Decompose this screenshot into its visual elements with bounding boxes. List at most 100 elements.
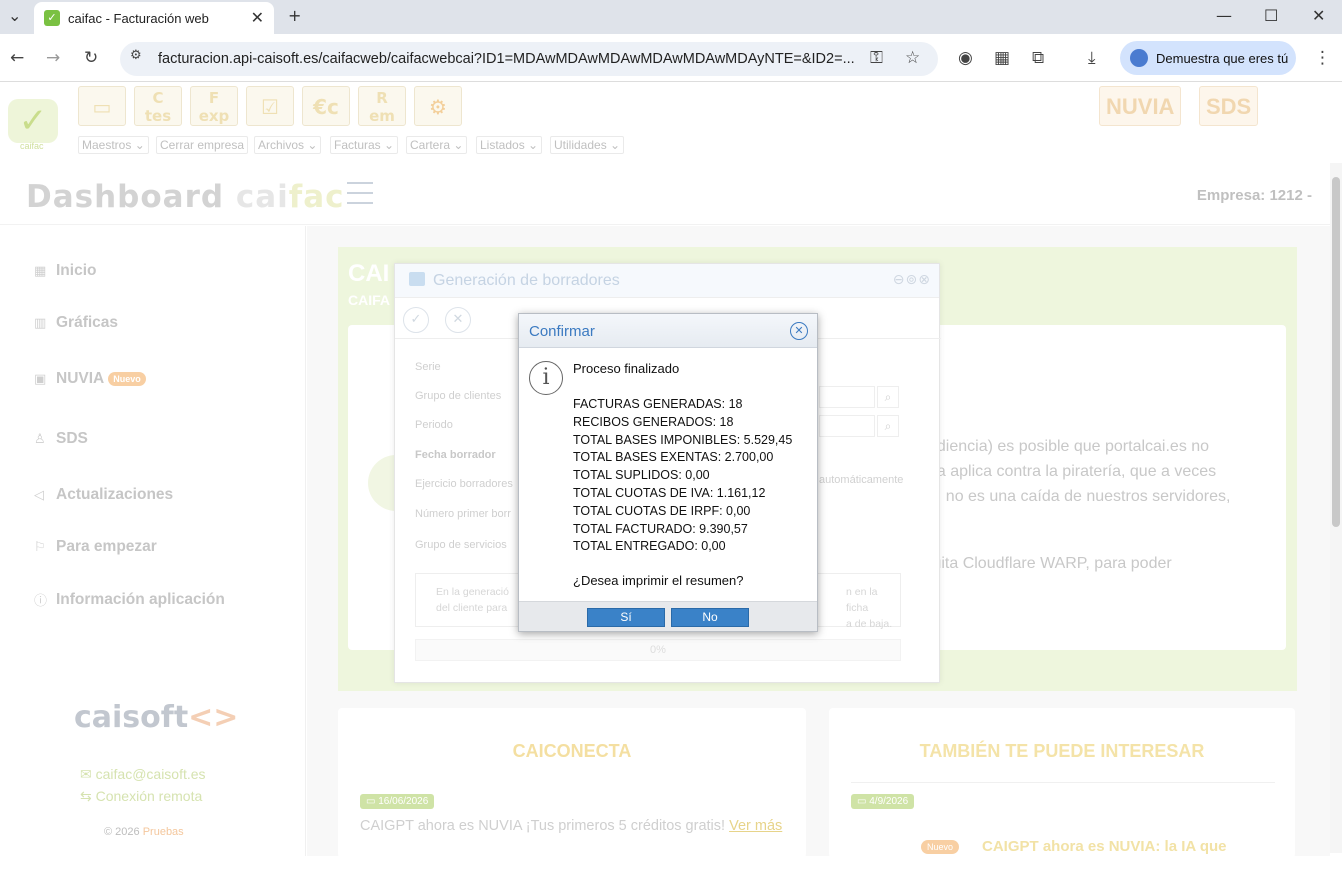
email-text: caifac@caisoft.es [95,766,206,782]
profile-button[interactable]: Demuestra que eres tú [1120,41,1296,75]
extension-globe-icon[interactable]: ◉ [958,48,973,68]
caiconecta-date: ▭ 16/06/2026 [360,794,435,809]
toolbar-button-fexp[interactable]: F exp [190,86,238,126]
reload-icon[interactable]: ↻ [84,48,98,68]
window-controls-icon[interactable]: ⊖⊚⊗ [893,272,931,288]
sidebar-item-informacion[interactable]: ⓘ Información aplicación [34,590,225,610]
progress-bar: 0% [415,639,901,661]
dialog-footer: Sí No [519,601,817,631]
sidebar-item-para-empezar[interactable]: ⚐ Para empezar [34,538,157,556]
menu-maestros-label: Maestros [82,138,132,152]
search-icon[interactable]: ⌕ [877,386,899,408]
sidebar-item-sds[interactable]: ♙ SDS [34,430,88,448]
qr-icon[interactable]: ▦ [994,48,1010,68]
sidebar-actualizaciones-label: Actualizaciones [56,486,174,503]
invoice-icon[interactable]: ☑ [246,86,294,126]
search-icon[interactable]: ⌕ [877,415,899,437]
info-right: n en la ficha a de baja. [846,584,900,632]
back-icon[interactable]: ← [10,48,24,68]
info-right-1: n en la ficha [846,586,878,614]
cancel-icon[interactable]: ✕ [445,307,471,333]
toolbar-button-ctes[interactable]: C tes [134,86,182,126]
menu-archivos[interactable]: Archivos ⌄ [254,136,322,154]
yes-button[interactable]: Sí [587,608,665,627]
caiconecta-title: CAICONECTA [512,741,632,761]
new-tab-icon[interactable]: + [288,6,301,25]
email-link[interactable]: ✉ caifac@caisoft.es [80,766,206,783]
puzzle-icon[interactable]: ⧉ [1032,48,1044,68]
menu-cartera[interactable]: Cartera ⌄ [406,136,468,154]
label-numero-primer: Número primer borr [415,508,511,520]
grupo-clientes-input[interactable] [819,386,875,408]
menu-utilidades[interactable]: Utilidades ⌄ [550,136,625,154]
key-icon[interactable]: ⚿ [870,48,883,68]
remote-connection-link[interactable]: ⇆ Conexión remota [80,788,202,805]
caifac-logo-icon[interactable]: ✓ [8,99,58,143]
info-icon: ⓘ [34,594,48,609]
no-button[interactable]: No [671,608,749,627]
periodo-input[interactable] [819,415,875,437]
nuvia-button[interactable]: NUVIA [1099,86,1182,126]
scrollbar-thumb[interactable] [1332,177,1340,527]
calendar-icon: ▭ [366,796,379,807]
interesar-article-title[interactable]: CAIGPT ahora es NUVIA: la IA que [982,838,1227,855]
toolbar-button-rem[interactable]: R em [358,86,406,126]
gear-icon[interactable]: ⚙ [414,86,462,126]
caisoft-arrows-icon: <> [188,700,239,735]
copyright-link[interactable]: Pruebas [143,826,184,838]
menu-dots-icon[interactable]: ⋮ [1314,48,1331,68]
menu-listados[interactable]: Listados ⌄ [476,136,543,154]
summary-lines: FACTURAS GENERADAS: 18 RECIBOS GENERADOS… [573,396,792,556]
star-icon[interactable]: ☆ [905,48,920,68]
site-info-icon[interactable]: ⚙ [130,48,142,63]
accept-icon[interactable]: ✓ [403,307,429,333]
download-icon[interactable]: ⤓ [1088,48,1096,68]
sidebar-nuvia-label: NUVIA [56,370,105,387]
grid-icon: ▦ [34,263,47,279]
close-tab-icon[interactable]: ✕ [251,8,264,28]
sidebar-item-actualizaciones[interactable]: ◁ Actualizaciones [34,486,173,504]
close-window-icon[interactable]: ✕ [1312,6,1325,25]
banner-line-4: tuita Cloudflare WARP, para poder [928,555,1172,572]
summary-cuotas-iva: TOTAL CUOTAS DE IVA: 1.161,12 [573,485,766,500]
bar-chart-icon: ▥ [34,315,47,331]
sidebar-item-nuvia[interactable]: ▣ NUVIA Nuevo [34,370,146,388]
browser-tab[interactable]: ✓ caifac - Facturación web ✕ [34,2,274,34]
close-icon[interactable]: ✕ [790,322,808,340]
maximize-icon[interactable]: ☐ [1264,6,1278,25]
swap-icon: ⇆ [80,788,96,804]
ver-mas-link[interactable]: Ver más [729,818,782,834]
title-part-dashboard: Dashboard [26,179,236,215]
toolbar-ctes-label: C tes [144,89,172,125]
caiconecta-text: CAIGPT ahora es NUVIA ¡Tus primeros 5 cr… [360,816,790,837]
folder-icon[interactable]: ▭ [78,86,126,126]
hamburger-menu-icon[interactable] [347,182,373,204]
label-fecha-borrador: Fecha borrador [415,449,496,461]
tab-list-icon[interactable]: ⌄ [8,6,21,25]
title-part-fac: fac [288,179,345,215]
interesar-title: TAMBIÉN TE PUEDE INTERESAR [919,741,1205,761]
toolbar-button-ec[interactable]: €c [302,86,350,126]
print-question: ¿Desea imprimir el resumen? [573,573,744,588]
forward-icon[interactable]: → [46,48,60,68]
menu-cerrar-empresa[interactable]: Cerrar empresa [156,136,249,154]
logo-subtitle: caifac [20,141,44,151]
info-right-2: a de baja. [846,618,893,630]
menu-maestros[interactable]: Maestros ⌄ [78,136,149,154]
summary-facturado: TOTAL FACTURADO: 9.390,57 [573,521,748,536]
sidebar-item-graficas[interactable]: ▥ Gráficas [34,314,118,332]
scrollbar[interactable] [1330,163,1342,853]
summary-suplidos: TOTAL SUPLIDOS: 0,00 [573,468,710,483]
menu-facturas-label: Facturas [334,138,381,152]
address-bar[interactable]: facturacion.api-caisoft.es/caifacweb/cai… [120,42,938,76]
profile-label: Demuestra que eres tú [1156,50,1289,66]
sds-button[interactable]: SDS [1199,86,1259,126]
label-grupo-servicios: Grupo de servicios [415,539,507,551]
minimize-icon[interactable]: — [1216,6,1232,25]
caisoft-brand: caisoft [74,700,189,735]
profile-globe-icon [1130,49,1148,67]
sds-label: SDS [1206,94,1252,119]
menu-facturas[interactable]: Facturas ⌄ [330,136,399,154]
menu-cartera-label: Cartera [410,138,451,152]
sidebar-item-inicio[interactable]: ▦ Inicio [34,262,96,280]
